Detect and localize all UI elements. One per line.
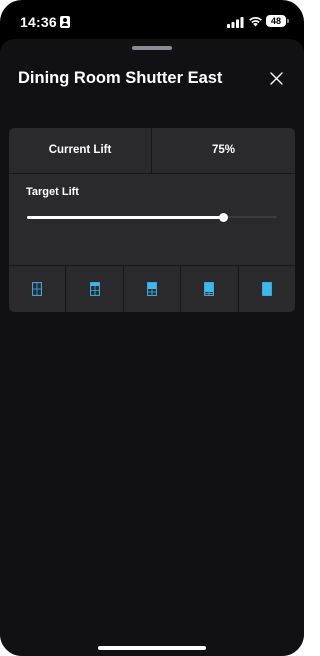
- shutter-sheet: Dining Room Shutter East Current Lift 75…: [0, 39, 304, 656]
- status-bar: 14:36 48: [0, 0, 304, 40]
- preset-button[interactable]: [66, 266, 124, 312]
- sheet-title: Dining Room Shutter East: [18, 69, 223, 87]
- shutter-preset-75-icon: [204, 282, 215, 296]
- preset-button[interactable]: [181, 266, 239, 312]
- current-lift-label: Current Lift: [9, 128, 152, 173]
- status-time: 14:36: [20, 14, 57, 30]
- sheet-grabber[interactable]: [132, 46, 172, 50]
- contact-card-icon: [60, 16, 70, 28]
- current-lift-value: 75%: [211, 144, 236, 156]
- slider-thumb[interactable]: [218, 212, 228, 222]
- shutter-control-card: Current Lift 75% Target Lift: [9, 128, 295, 312]
- preset-button[interactable]: [124, 266, 182, 312]
- preset-row: [9, 266, 295, 312]
- cellular-signal-icon: [227, 17, 244, 28]
- shutter-preset-100-icon: [261, 282, 272, 296]
- battery-tip: [287, 19, 289, 23]
- phone-screen: 14:36 48 Dining Room Shutter East Curren…: [0, 0, 304, 656]
- home-indicator[interactable]: [98, 646, 206, 650]
- target-lift-slider[interactable]: [27, 210, 277, 224]
- close-button[interactable]: [265, 67, 287, 89]
- current-lift-row: Current Lift 75%: [9, 128, 295, 174]
- preset-button[interactable]: [9, 266, 67, 312]
- shutter-preset-25-icon: [89, 282, 100, 296]
- preset-button[interactable]: [239, 266, 295, 312]
- target-lift-section: Target Lift: [9, 174, 295, 266]
- battery-icon: 48: [266, 15, 286, 27]
- close-icon: [269, 71, 283, 85]
- target-lift-label: Target Lift: [26, 186, 79, 198]
- shutter-preset-50-icon: [147, 282, 157, 296]
- slider-fill: [27, 215, 223, 219]
- wifi-icon: [249, 17, 262, 27]
- shutter-preset-0-icon: [32, 282, 43, 296]
